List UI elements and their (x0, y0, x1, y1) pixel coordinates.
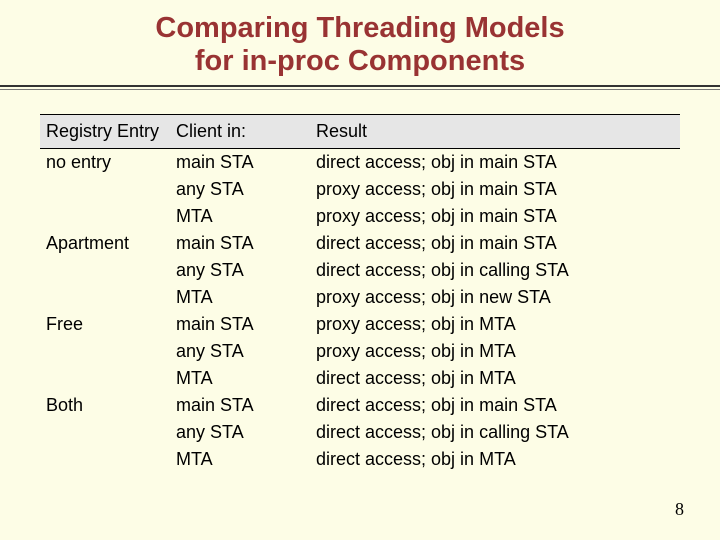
cell-result: direct access; obj in calling STA (310, 419, 680, 446)
table-row: no entry main STA direct access; obj in … (40, 148, 680, 176)
cell-registry (40, 446, 170, 473)
cell-client: any STA (170, 257, 310, 284)
cell-result: direct access; obj in MTA (310, 446, 680, 473)
table-container: Registry Entry Client in: Result no entr… (40, 114, 692, 473)
cell-client: MTA (170, 446, 310, 473)
cell-result: direct access; obj in main STA (310, 392, 680, 419)
cell-registry: Both (40, 392, 170, 419)
table-row: any STA proxy access; obj in main STA (40, 176, 680, 203)
header-result: Result (310, 114, 680, 148)
cell-result: proxy access; obj in main STA (310, 176, 680, 203)
header-client: Client in: (170, 114, 310, 148)
cell-client: main STA (170, 311, 310, 338)
cell-registry: Apartment (40, 230, 170, 257)
cell-registry: no entry (40, 148, 170, 176)
table-row: any STA direct access; obj in calling ST… (40, 257, 680, 284)
cell-client: MTA (170, 284, 310, 311)
cell-registry (40, 284, 170, 311)
table-row: any STA proxy access; obj in MTA (40, 338, 680, 365)
table-row: Free main STA proxy access; obj in MTA (40, 311, 680, 338)
cell-result: proxy access; obj in main STA (310, 203, 680, 230)
slide: Comparing Threading Models for in-proc C… (0, 0, 720, 540)
cell-result: proxy access; obj in new STA (310, 284, 680, 311)
cell-registry (40, 176, 170, 203)
cell-registry (40, 419, 170, 446)
cell-result: direct access; obj in MTA (310, 365, 680, 392)
cell-registry (40, 257, 170, 284)
table-body: no entry main STA direct access; obj in … (40, 148, 680, 473)
table-row: Both main STA direct access; obj in main… (40, 392, 680, 419)
table-row: MTA direct access; obj in MTA (40, 446, 680, 473)
cell-client: MTA (170, 203, 310, 230)
cell-client: MTA (170, 365, 310, 392)
cell-result: direct access; obj in calling STA (310, 257, 680, 284)
cell-client: main STA (170, 392, 310, 419)
title-line-2: for in-proc Components (0, 45, 720, 78)
title-line-1: Comparing Threading Models (0, 12, 720, 45)
rule-thick (0, 85, 720, 87)
table-row: Apartment main STA direct access; obj in… (40, 230, 680, 257)
cell-client: main STA (170, 148, 310, 176)
cell-client: any STA (170, 338, 310, 365)
cell-registry (40, 365, 170, 392)
cell-result: direct access; obj in main STA (310, 230, 680, 257)
slide-title: Comparing Threading Models for in-proc C… (0, 0, 720, 79)
header-registry: Registry Entry (40, 114, 170, 148)
table-header-row: Registry Entry Client in: Result (40, 114, 680, 148)
table-row: MTA direct access; obj in MTA (40, 365, 680, 392)
table-row: MTA proxy access; obj in new STA (40, 284, 680, 311)
table-row: MTA proxy access; obj in main STA (40, 203, 680, 230)
page-number: 8 (675, 499, 684, 520)
cell-result: direct access; obj in main STA (310, 148, 680, 176)
threading-table: Registry Entry Client in: Result no entr… (40, 114, 680, 473)
table-row: any STA direct access; obj in calling ST… (40, 419, 680, 446)
title-rule (0, 85, 720, 90)
cell-registry: Free (40, 311, 170, 338)
cell-result: proxy access; obj in MTA (310, 311, 680, 338)
cell-client: any STA (170, 419, 310, 446)
cell-client: main STA (170, 230, 310, 257)
cell-client: any STA (170, 176, 310, 203)
cell-registry (40, 203, 170, 230)
cell-registry (40, 338, 170, 365)
cell-result: proxy access; obj in MTA (310, 338, 680, 365)
rule-thin (0, 89, 720, 90)
